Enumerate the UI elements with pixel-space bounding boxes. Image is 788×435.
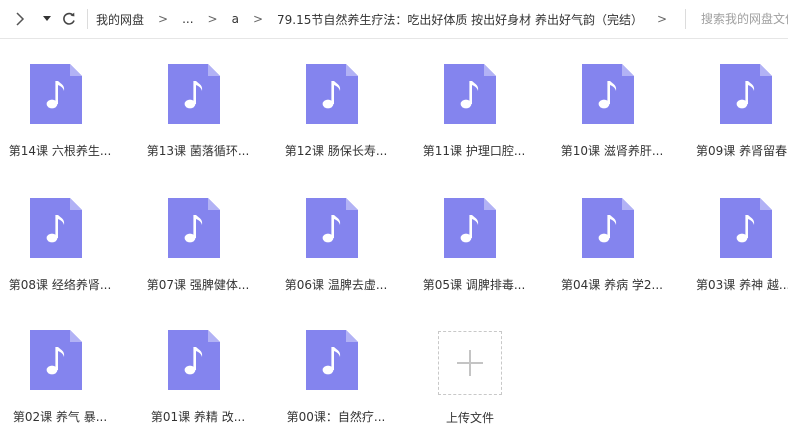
breadcrumb-root[interactable]: 我的网盘 <box>96 11 144 28</box>
breadcrumb-separator: > <box>657 12 668 26</box>
caret-down-icon[interactable] <box>40 9 54 29</box>
audio-file-icon <box>168 64 220 124</box>
audio-file-icon <box>306 330 358 390</box>
file-item[interactable]: 第04课 养病 学2... <box>552 172 672 292</box>
file-item[interactable]: 第13课 菌落循环... <box>138 38 258 158</box>
file-name: 第08课 经络养肾... <box>8 278 112 292</box>
audio-file-icon <box>30 198 82 258</box>
audio-file-icon <box>306 198 358 258</box>
breadcrumb-folder-a[interactable]: a <box>232 12 239 26</box>
file-name: 第00课：自然疗... <box>286 410 386 424</box>
file-name: 第10课 滋肾养肝... <box>560 144 664 158</box>
file-item[interactable]: 第06课 温脾去虚... <box>276 172 396 292</box>
audio-file-icon <box>582 198 634 258</box>
toolbar: 我的网盘 > ... > a > 79.15节自然养生疗法：吃出好体质 按出好身… <box>0 0 788 39</box>
breadcrumb-separator: > <box>252 12 264 26</box>
file-item[interactable]: 第01课 养精 改... <box>138 304 258 424</box>
file-item[interactable]: 第08课 经络养肾... <box>0 172 120 292</box>
chevron-right-icon[interactable] <box>12 9 28 29</box>
audio-file-icon <box>30 330 82 390</box>
audio-file-icon <box>306 64 358 124</box>
file-item[interactable]: 第02课 养气 暴... <box>0 304 120 424</box>
breadcrumb-separator: > <box>158 12 169 26</box>
audio-file-icon <box>720 64 772 124</box>
file-name: 第07课 强脾健体... <box>146 278 250 292</box>
file-name: 第02课 养气 暴... <box>12 410 108 424</box>
refresh-icon[interactable] <box>60 9 78 29</box>
search-divider <box>685 9 686 29</box>
file-name: 第09课 养肾留春... <box>696 144 788 158</box>
file-name: 第03课 养神 越... <box>696 278 788 292</box>
file-item[interactable]: 第11课 护理口腔... <box>414 38 534 158</box>
file-item[interactable]: 第14课 六根养生... <box>0 38 120 158</box>
file-item[interactable]: 第10课 滋肾养肝... <box>552 38 672 158</box>
file-name: 第13课 菌落循环... <box>146 144 250 158</box>
file-item[interactable]: 第00课：自然疗... <box>276 304 396 424</box>
audio-file-icon <box>582 64 634 124</box>
file-name: 第05课 调脾排毒... <box>422 278 526 292</box>
file-item[interactable]: 第12课 肠保长寿... <box>276 38 396 158</box>
breadcrumb-ellipsis[interactable]: ... <box>182 12 193 26</box>
audio-file-icon <box>168 330 220 390</box>
plus-icon <box>457 350 483 376</box>
file-name: 第12课 肠保长寿... <box>284 144 388 158</box>
file-item[interactable]: 第09课 养肾留春... <box>668 38 788 158</box>
breadcrumb-current-folder[interactable]: 79.15节自然养生疗法：吃出好体质 按出好身材 养出好气韵（完结） <box>277 11 643 28</box>
audio-file-icon <box>720 198 772 258</box>
upload-file-button[interactable] <box>438 331 502 395</box>
file-grid: 第14课 六根养生... 第13课 菌落循环... 第12课 肠保长寿... 第… <box>0 38 788 435</box>
file-name: 第01课 养精 改... <box>150 410 246 424</box>
file-name: 第06课 温脾去虚... <box>284 278 388 292</box>
breadcrumb: 我的网盘 > ... > a > 79.15节自然养生疗法：吃出好体质 按出好身… <box>96 0 667 38</box>
file-name: 第11课 护理口腔... <box>422 144 526 158</box>
search-input[interactable] <box>695 9 788 29</box>
breadcrumb-separator: > <box>207 12 218 26</box>
audio-file-icon <box>444 198 496 258</box>
file-name: 第14课 六根养生... <box>8 144 112 158</box>
toolbar-divider <box>87 9 88 29</box>
audio-file-icon <box>30 64 82 124</box>
file-name: 第04课 养病 学2... <box>561 278 663 292</box>
file-item[interactable]: 第05课 调脾排毒... <box>414 172 534 292</box>
upload-file-label[interactable]: 上传文件 <box>410 409 530 426</box>
audio-file-icon <box>444 64 496 124</box>
file-item[interactable]: 第03课 养神 越... <box>668 172 788 292</box>
audio-file-icon <box>168 198 220 258</box>
file-item[interactable]: 第07课 强脾健体... <box>138 172 258 292</box>
